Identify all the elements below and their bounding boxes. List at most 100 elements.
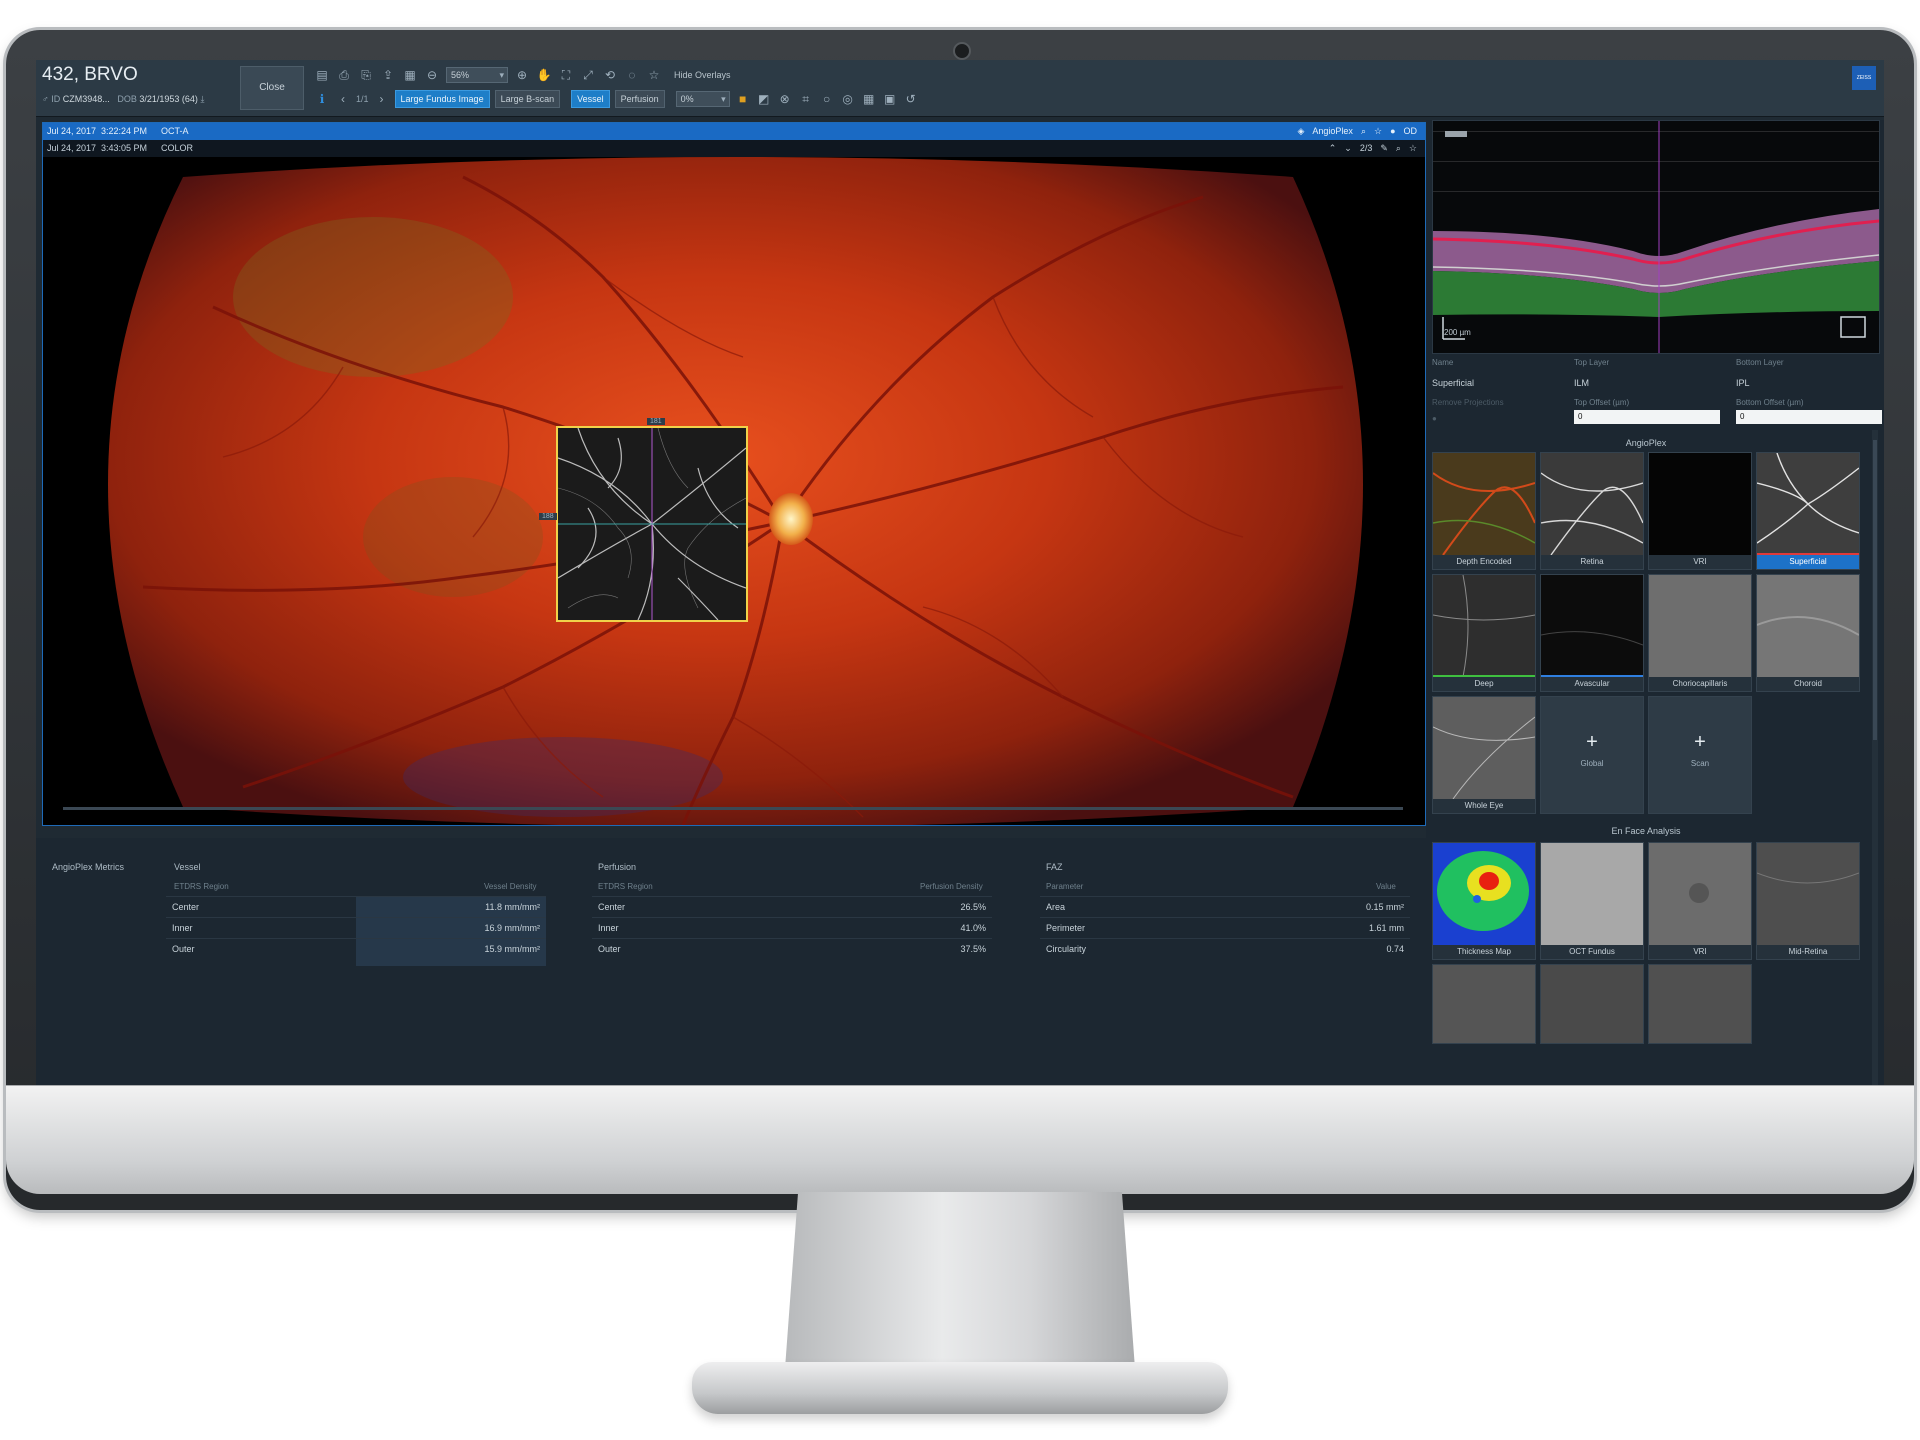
table-row[interactable]: Perimeter 1.61 mm [1040, 917, 1410, 938]
table-row[interactable]: Area 0.15 mm² [1040, 896, 1410, 917]
thumb-depth-encoded[interactable]: Depth Encoded [1432, 452, 1536, 570]
add-global-slab-button[interactable]: + Global [1540, 696, 1644, 814]
thumb-oct-fundus[interactable]: OCT Fundus [1540, 842, 1644, 960]
report-icon[interactable]: ▦ [402, 67, 418, 83]
pan-hand-icon[interactable]: ✋ [536, 67, 552, 83]
image-index[interactable]: 2/3 [1360, 140, 1373, 157]
faz-col-param: Parameter [1046, 882, 1084, 891]
overlay-color-icon[interactable]: ■ [735, 91, 751, 107]
print-preview-icon[interactable]: ⎘ [358, 67, 374, 83]
crop-icon[interactable]: ⌗ [798, 91, 814, 107]
zoom-select[interactable]: 56% [446, 67, 508, 83]
color-image-header[interactable]: Jul 24, 2017 3:43:05 PM COLOR ⌃ ⌄ 2/3 ✎ … [43, 140, 1425, 157]
patient-name: 432, BRVO [42, 64, 138, 85]
layers-icon[interactable]: ⊗ [777, 91, 793, 107]
comment-icon[interactable]: ◌ [624, 67, 640, 83]
perfusion-button[interactable]: Perfusion [614, 90, 665, 108]
dob-label: DOB [117, 94, 137, 104]
right-panel: 200 µm Name Top Layer Bottom Layer Super… [1426, 120, 1884, 1085]
image-viewer[interactable]: Jul 24, 2017 3:22:24 PM OCT-A ◈ AngioPle… [42, 122, 1426, 826]
table-row[interactable]: Center 26.5% [592, 896, 992, 917]
top-layer-value[interactable]: ILM [1574, 378, 1589, 388]
thumb-enface-vri[interactable]: VRI [1648, 842, 1752, 960]
thumb-enface-extra-3[interactable] [1648, 964, 1752, 1044]
table-row[interactable]: Outer 37.5% [592, 938, 992, 959]
color-star-icon[interactable]: ☆ [1409, 140, 1417, 157]
large-fundus-button[interactable]: Large Fundus Image [394, 90, 490, 108]
color-search-icon[interactable]: ⌕ [1396, 140, 1401, 157]
angioplex-metrics-panel: AngioPlex Metrics Vessel ETDRS Region Ve… [36, 838, 1428, 1085]
table-row[interactable]: Inner 16.9 mm/mm² [166, 917, 546, 938]
next-icon[interactable]: › [374, 91, 390, 107]
thumb-whole-eye[interactable]: Whole Eye [1432, 696, 1536, 814]
octa-scan-header[interactable]: Jul 24, 2017 3:22:24 PM OCT-A ◈ AngioPle… [43, 123, 1425, 140]
thumb-enface-extra-1[interactable] [1432, 964, 1536, 1044]
octa-overlay-inset[interactable] [556, 426, 748, 622]
patient-id: CZM3948... [62, 94, 110, 104]
chevron-up-icon[interactable]: ⌃ [1329, 140, 1337, 157]
thumb-mid-retina[interactable]: Mid-Retina [1756, 842, 1860, 960]
faz-value: 0.15 mm² [1365, 902, 1404, 912]
layer-name-value[interactable]: Superficial [1432, 378, 1474, 388]
circle-icon[interactable]: ○ [819, 91, 835, 107]
table-row[interactable]: Center 11.8 mm/mm² [166, 896, 546, 917]
thumb-retina[interactable]: Retina [1540, 452, 1644, 570]
thumb-label: VRI [1649, 945, 1751, 959]
contrast-icon[interactable]: ◩ [756, 91, 772, 107]
thumb-thickness-map[interactable]: Thickness Map [1432, 842, 1536, 960]
thumb-enface-extra-2[interactable] [1540, 964, 1644, 1044]
table-row[interactable]: Outer 15.9 mm/mm² [166, 938, 546, 959]
hide-overlays-button[interactable]: Hide Overlays [674, 70, 731, 80]
favorite-icon[interactable]: ☆ [646, 67, 662, 83]
thumb-label: OCT Fundus [1541, 945, 1643, 959]
top-offset-input[interactable]: 0 [1574, 410, 1720, 424]
image-icon[interactable]: ▣ [882, 91, 898, 107]
right-panel-scrollbar[interactable] [1872, 430, 1878, 1085]
thumb-choriocapillaris[interactable]: Choriocapillaris [1648, 574, 1752, 692]
undo-icon[interactable]: ↺ [903, 91, 919, 107]
export-icon[interactable]: ⤓ [200, 94, 204, 104]
patient-age: (64) [181, 94, 198, 104]
horizontal-scrollbar[interactable] [63, 807, 1403, 810]
oct-bscan-image[interactable] [1432, 120, 1880, 354]
opacity-select[interactable]: 0% [675, 91, 730, 107]
grid-icon[interactable]: ▦ [861, 91, 877, 107]
reset-view-icon[interactable]: ⟲ [602, 67, 618, 83]
target-icon[interactable]: ◎ [840, 91, 856, 107]
table-row[interactable]: Circularity 0.74 [1040, 938, 1410, 959]
prev-icon[interactable]: ‹ [335, 91, 351, 107]
perfusion-region: Center [598, 902, 626, 912]
zoom-out-icon[interactable]: ⊖ [424, 67, 440, 83]
thumb-label: Thickness Map [1433, 945, 1535, 959]
scrollbar-thumb[interactable] [1873, 440, 1877, 740]
thumb-superficial[interactable]: Superficial [1756, 452, 1860, 570]
zoom-in-icon[interactable]: ⊕ [514, 67, 530, 83]
remove-projections-toggle[interactable]: ● [1432, 414, 1437, 423]
thumb-avascular[interactable]: Avascular [1540, 574, 1644, 692]
vessel-button[interactable]: Vessel [571, 90, 610, 108]
color-date: Jul 24, 2017 [47, 143, 97, 153]
add-global-label: Global [1580, 759, 1604, 768]
info-icon[interactable]: ℹ [314, 91, 330, 107]
thumb-choroid[interactable]: Choroid [1756, 574, 1860, 692]
bottom-offset-input[interactable]: 0 [1736, 410, 1882, 424]
chevron-down-icon[interactable]: ⌄ [1344, 140, 1352, 157]
bottom-layer-value[interactable]: IPL [1736, 378, 1750, 388]
upload-icon[interactable]: ⇪ [380, 67, 396, 83]
thumb-deep[interactable]: Deep [1432, 574, 1536, 692]
thumb-label: Deep [1433, 677, 1535, 691]
perfusion-region: Outer [598, 944, 621, 954]
octa-star-icon[interactable]: ☆ [1374, 123, 1382, 140]
large-bscan-button[interactable]: Large B-scan [494, 90, 561, 108]
expand-icon[interactable]: ⤢ [580, 67, 596, 83]
print-icon[interactable]: ⎙ [336, 67, 352, 83]
thumb-vri[interactable]: VRI [1648, 452, 1752, 570]
table-row[interactable]: Inner 41.0% [592, 917, 992, 938]
save-icon[interactable]: ▤ [314, 67, 330, 83]
zeiss-logo: ZEISS [1852, 66, 1876, 90]
close-button[interactable]: Close [240, 66, 304, 110]
fit-screen-icon[interactable]: ⛶ [558, 67, 574, 83]
add-scan-slab-button[interactable]: + Scan [1648, 696, 1752, 814]
pencil-icon[interactable]: ✎ [1380, 140, 1388, 157]
octa-search-icon[interactable]: ⌕ [1361, 123, 1366, 140]
